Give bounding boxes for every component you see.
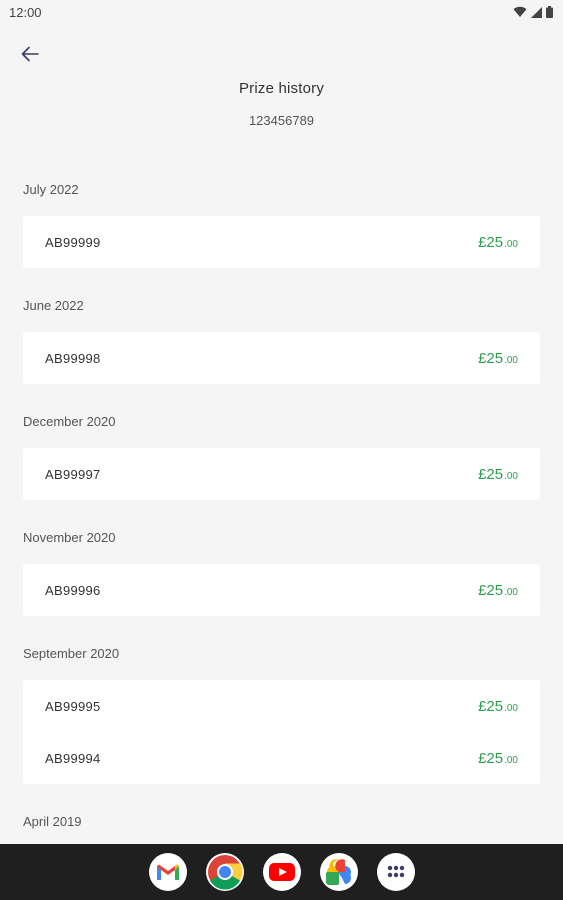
status-time: 12:00 [9,4,42,20]
prize-amount: £25.00 [478,465,518,483]
wifi-icon [513,6,527,18]
page-title: Prize history [238,80,325,97]
prize-amount: £25.00 [478,697,518,715]
group-date-label: April 2019 [23,814,82,829]
app-drawer-icon[interactable] [376,853,415,891]
prize-id: AB99998 [45,350,101,366]
group-date-label: June 2022 [23,298,84,313]
prize-card: AB99998 £25.00 [23,332,540,384]
prize-card: AB99999 £25.00 [23,216,540,268]
prize-group: July 2022 AB99999 £25.00 [23,168,540,268]
prize-id: AB99997 [45,466,101,482]
taskbar-dock [0,844,563,900]
prize-group: November 2020 AB99996 £25.00 [23,516,540,616]
cellular-signal-icon [531,6,542,18]
prize-amount: £25.00 [478,349,518,367]
prize-id: AB99994 [45,750,101,766]
prize-group: June 2022 AB99998 £25.00 [23,284,540,384]
prize-card: AB99996 £25.00 [23,564,540,616]
battery-icon [546,6,553,18]
prize-group: September 2020 AB99995 £25.00 AB99994 £2… [23,632,540,784]
prize-id: AB99999 [45,234,101,250]
group-date-label: July 2022 [23,182,79,197]
prize-group: April 2019 [23,800,540,844]
prize-amount: £25.00 [478,233,518,251]
youtube-icon[interactable] [262,853,301,891]
prize-row[interactable]: AB99995 £25.00 [23,680,540,732]
prize-row[interactable]: AB99997 £25.00 [23,448,540,500]
account-number: 123456789 [248,113,315,128]
prize-list[interactable]: July 2022 AB99999 £25.00 June 2022 AB999… [0,168,563,844]
group-date-label: November 2020 [23,530,116,545]
photos-icon[interactable] [319,853,358,891]
prize-row[interactable]: AB99998 £25.00 [23,332,540,384]
gmail-icon[interactable] [148,853,187,891]
prize-group: December 2020 AB99997 £25.00 [23,400,540,500]
prize-amount: £25.00 [478,749,518,767]
prize-card: AB99997 £25.00 [23,448,540,500]
prize-row[interactable]: AB99994 £25.00 [23,732,540,784]
status-bar: 12:00 [0,0,563,24]
chrome-icon[interactable] [205,853,244,891]
prize-row[interactable]: AB99996 £25.00 [23,564,540,616]
arrow-back-icon [21,46,39,62]
prize-id: AB99995 [45,698,101,714]
prize-amount: £25.00 [478,581,518,599]
group-date-label: September 2020 [23,646,120,661]
prize-card: AB99995 £25.00 AB99994 £25.00 [23,680,540,784]
prize-id: AB99996 [45,582,101,598]
status-icons [513,6,553,18]
back-button[interactable] [14,38,46,70]
group-date-label: December 2020 [23,414,116,429]
prize-row[interactable]: AB99999 £25.00 [23,216,540,268]
